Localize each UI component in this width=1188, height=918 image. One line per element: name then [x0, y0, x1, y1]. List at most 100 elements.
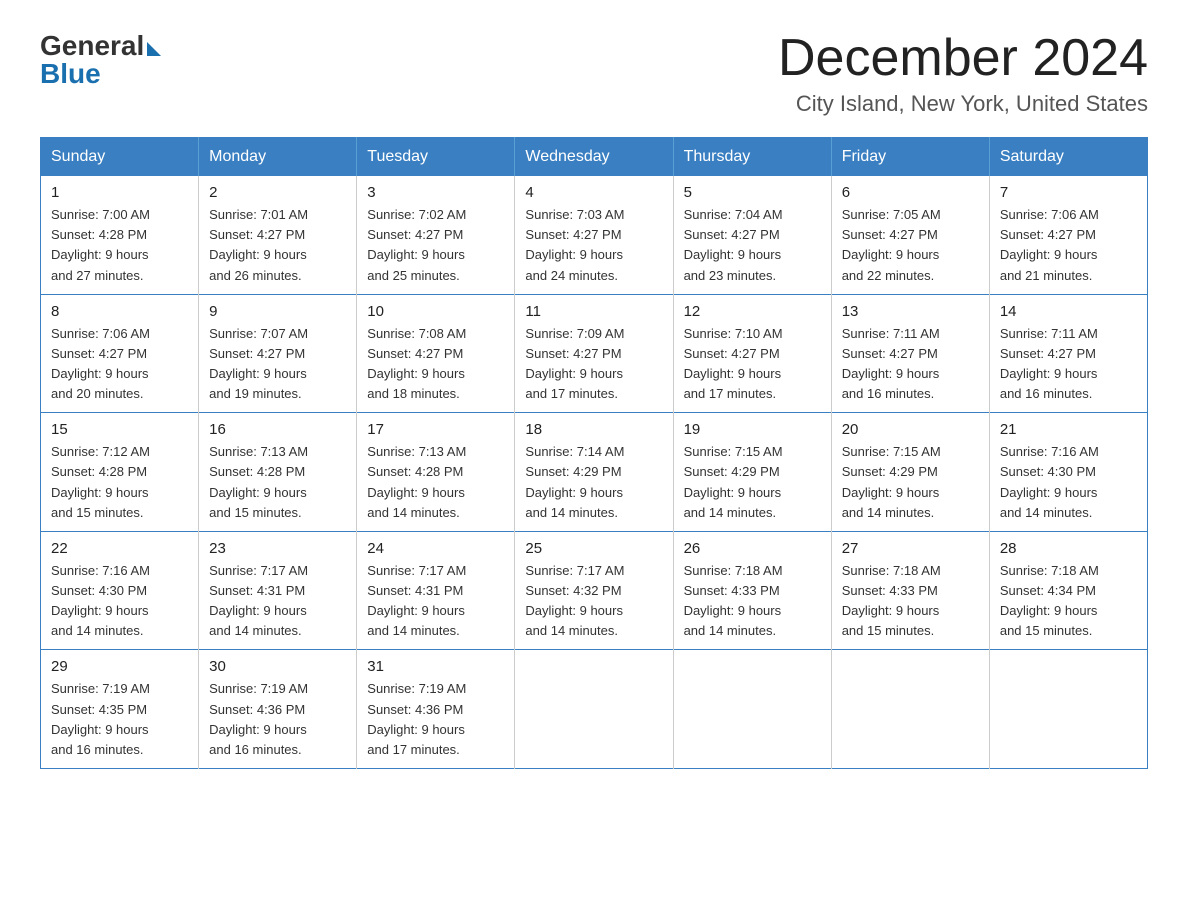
day-info: Sunrise: 7:06 AMSunset: 4:27 PMDaylight:… — [51, 324, 188, 405]
day-number: 6 — [842, 184, 979, 201]
logo-blue-text: Blue — [40, 58, 101, 90]
calendar-cell — [515, 650, 673, 769]
day-number: 24 — [367, 540, 504, 557]
week-row-2: 8 Sunrise: 7:06 AMSunset: 4:27 PMDaylight… — [41, 294, 1148, 413]
calendar-cell: 28 Sunrise: 7:18 AMSunset: 4:34 PMDayligh… — [989, 531, 1147, 650]
day-info: Sunrise: 7:16 AMSunset: 4:30 PMDaylight:… — [51, 561, 188, 642]
week-row-1: 1 Sunrise: 7:00 AMSunset: 4:28 PMDaylight… — [41, 176, 1148, 294]
day-number: 8 — [51, 303, 188, 320]
calendar-cell: 5 Sunrise: 7:04 AMSunset: 4:27 PMDaylight… — [673, 176, 831, 294]
day-info: Sunrise: 7:17 AMSunset: 4:31 PMDaylight:… — [209, 561, 346, 642]
day-number: 31 — [367, 658, 504, 675]
day-number: 15 — [51, 421, 188, 438]
calendar-table: SundayMondayTuesdayWednesdayThursdayFrid… — [40, 137, 1148, 769]
day-info: Sunrise: 7:13 AMSunset: 4:28 PMDaylight:… — [367, 442, 504, 523]
day-number: 1 — [51, 184, 188, 201]
calendar-cell: 21 Sunrise: 7:16 AMSunset: 4:30 PMDayligh… — [989, 413, 1147, 532]
day-info: Sunrise: 7:11 AMSunset: 4:27 PMDaylight:… — [1000, 324, 1137, 405]
day-number: 22 — [51, 540, 188, 557]
calendar-cell: 3 Sunrise: 7:02 AMSunset: 4:27 PMDaylight… — [357, 176, 515, 294]
calendar-cell: 17 Sunrise: 7:13 AMSunset: 4:28 PMDayligh… — [357, 413, 515, 532]
calendar-cell — [989, 650, 1147, 769]
day-info: Sunrise: 7:18 AMSunset: 4:33 PMDaylight:… — [842, 561, 979, 642]
day-number: 30 — [209, 658, 346, 675]
weekday-tuesday: Tuesday — [357, 138, 515, 177]
calendar-cell: 24 Sunrise: 7:17 AMSunset: 4:31 PMDayligh… — [357, 531, 515, 650]
day-info: Sunrise: 7:06 AMSunset: 4:27 PMDaylight:… — [1000, 205, 1137, 286]
title-block: December 2024 City Island, New York, Uni… — [778, 30, 1148, 117]
logo: General Blue — [40, 30, 161, 90]
calendar-cell: 4Sunrise: 7:03 AMSunset: 4:27 PMDaylight… — [515, 176, 673, 294]
day-info: Sunrise: 7:16 AMSunset: 4:30 PMDaylight:… — [1000, 442, 1137, 523]
day-number: 11 — [525, 303, 662, 320]
day-info: Sunrise: 7:01 AMSunset: 4:27 PMDaylight:… — [209, 205, 346, 286]
day-number: 2 — [209, 184, 346, 201]
day-number: 17 — [367, 421, 504, 438]
calendar-cell: 9 Sunrise: 7:07 AMSunset: 4:27 PMDaylight… — [199, 294, 357, 413]
calendar-cell — [673, 650, 831, 769]
day-number: 12 — [684, 303, 821, 320]
weekday-header-row: SundayMondayTuesdayWednesdayThursdayFrid… — [41, 138, 1148, 177]
day-number: 10 — [367, 303, 504, 320]
calendar-cell: 11 Sunrise: 7:09 AMSunset: 4:27 PMDayligh… — [515, 294, 673, 413]
day-info: Sunrise: 7:15 AMSunset: 4:29 PMDaylight:… — [842, 442, 979, 523]
day-number: 26 — [684, 540, 821, 557]
day-info: Sunrise: 7:07 AMSunset: 4:27 PMDaylight:… — [209, 324, 346, 405]
day-number: 4 — [525, 184, 662, 201]
calendar-cell: 27 Sunrise: 7:18 AMSunset: 4:33 PMDayligh… — [831, 531, 989, 650]
week-row-3: 15 Sunrise: 7:12 AMSunset: 4:28 PMDayligh… — [41, 413, 1148, 532]
day-number: 16 — [209, 421, 346, 438]
day-number: 25 — [525, 540, 662, 557]
calendar-cell: 22 Sunrise: 7:16 AMSunset: 4:30 PMDayligh… — [41, 531, 199, 650]
calendar-cell: 25 Sunrise: 7:17 AMSunset: 4:32 PMDayligh… — [515, 531, 673, 650]
day-number: 9 — [209, 303, 346, 320]
day-info: Sunrise: 7:19 AMSunset: 4:35 PMDaylight:… — [51, 679, 188, 760]
day-info: Sunrise: 7:12 AMSunset: 4:28 PMDaylight:… — [51, 442, 188, 523]
weekday-saturday: Saturday — [989, 138, 1147, 177]
calendar-cell: 14 Sunrise: 7:11 AMSunset: 4:27 PMDayligh… — [989, 294, 1147, 413]
day-number: 3 — [367, 184, 504, 201]
day-info: Sunrise: 7:05 AMSunset: 4:27 PMDaylight:… — [842, 205, 979, 286]
calendar-cell: 10 Sunrise: 7:08 AMSunset: 4:27 PMDayligh… — [357, 294, 515, 413]
calendar-cell: 31 Sunrise: 7:19 AMSunset: 4:36 PMDayligh… — [357, 650, 515, 769]
day-info: Sunrise: 7:02 AMSunset: 4:27 PMDaylight:… — [367, 205, 504, 286]
day-number: 13 — [842, 303, 979, 320]
calendar-cell: 30Sunrise: 7:19 AMSunset: 4:36 PMDayligh… — [199, 650, 357, 769]
day-info: Sunrise: 7:17 AMSunset: 4:32 PMDaylight:… — [525, 561, 662, 642]
day-number: 7 — [1000, 184, 1137, 201]
day-info: Sunrise: 7:18 AMSunset: 4:34 PMDaylight:… — [1000, 561, 1137, 642]
weekday-friday: Friday — [831, 138, 989, 177]
day-info: Sunrise: 7:08 AMSunset: 4:27 PMDaylight:… — [367, 324, 504, 405]
day-info: Sunrise: 7:17 AMSunset: 4:31 PMDaylight:… — [367, 561, 504, 642]
day-number: 27 — [842, 540, 979, 557]
day-number: 28 — [1000, 540, 1137, 557]
logo-triangle-icon — [147, 42, 161, 56]
calendar-cell: 20Sunrise: 7:15 AMSunset: 4:29 PMDayligh… — [831, 413, 989, 532]
day-number: 29 — [51, 658, 188, 675]
day-number: 14 — [1000, 303, 1137, 320]
calendar-body: 1 Sunrise: 7:00 AMSunset: 4:28 PMDaylight… — [41, 176, 1148, 768]
weekday-thursday: Thursday — [673, 138, 831, 177]
calendar-cell: 16 Sunrise: 7:13 AMSunset: 4:28 PMDayligh… — [199, 413, 357, 532]
day-number: 23 — [209, 540, 346, 557]
calendar-cell — [831, 650, 989, 769]
day-info: Sunrise: 7:09 AMSunset: 4:27 PMDaylight:… — [525, 324, 662, 405]
day-info: Sunrise: 7:00 AMSunset: 4:28 PMDaylight:… — [51, 205, 188, 286]
day-info: Sunrise: 7:15 AMSunset: 4:29 PMDaylight:… — [684, 442, 821, 523]
main-title: December 2024 — [778, 30, 1148, 87]
day-info: Sunrise: 7:04 AMSunset: 4:27 PMDaylight:… — [684, 205, 821, 286]
calendar-cell: 26Sunrise: 7:18 AMSunset: 4:33 PMDayligh… — [673, 531, 831, 650]
subtitle: City Island, New York, United States — [778, 91, 1148, 117]
day-info: Sunrise: 7:13 AMSunset: 4:28 PMDaylight:… — [209, 442, 346, 523]
calendar-cell: 6 Sunrise: 7:05 AMSunset: 4:27 PMDaylight… — [831, 176, 989, 294]
calendar-cell: 8 Sunrise: 7:06 AMSunset: 4:27 PMDaylight… — [41, 294, 199, 413]
calendar-cell: 1 Sunrise: 7:00 AMSunset: 4:28 PMDaylight… — [41, 176, 199, 294]
day-info: Sunrise: 7:19 AMSunset: 4:36 PMDaylight:… — [367, 679, 504, 760]
weekday-sunday: Sunday — [41, 138, 199, 177]
page-header: General Blue December 2024 City Island, … — [40, 30, 1148, 117]
day-number: 21 — [1000, 421, 1137, 438]
calendar-cell: 7 Sunrise: 7:06 AMSunset: 4:27 PMDaylight… — [989, 176, 1147, 294]
week-row-5: 29 Sunrise: 7:19 AMSunset: 4:35 PMDayligh… — [41, 650, 1148, 769]
week-row-4: 22 Sunrise: 7:16 AMSunset: 4:30 PMDayligh… — [41, 531, 1148, 650]
day-number: 5 — [684, 184, 821, 201]
